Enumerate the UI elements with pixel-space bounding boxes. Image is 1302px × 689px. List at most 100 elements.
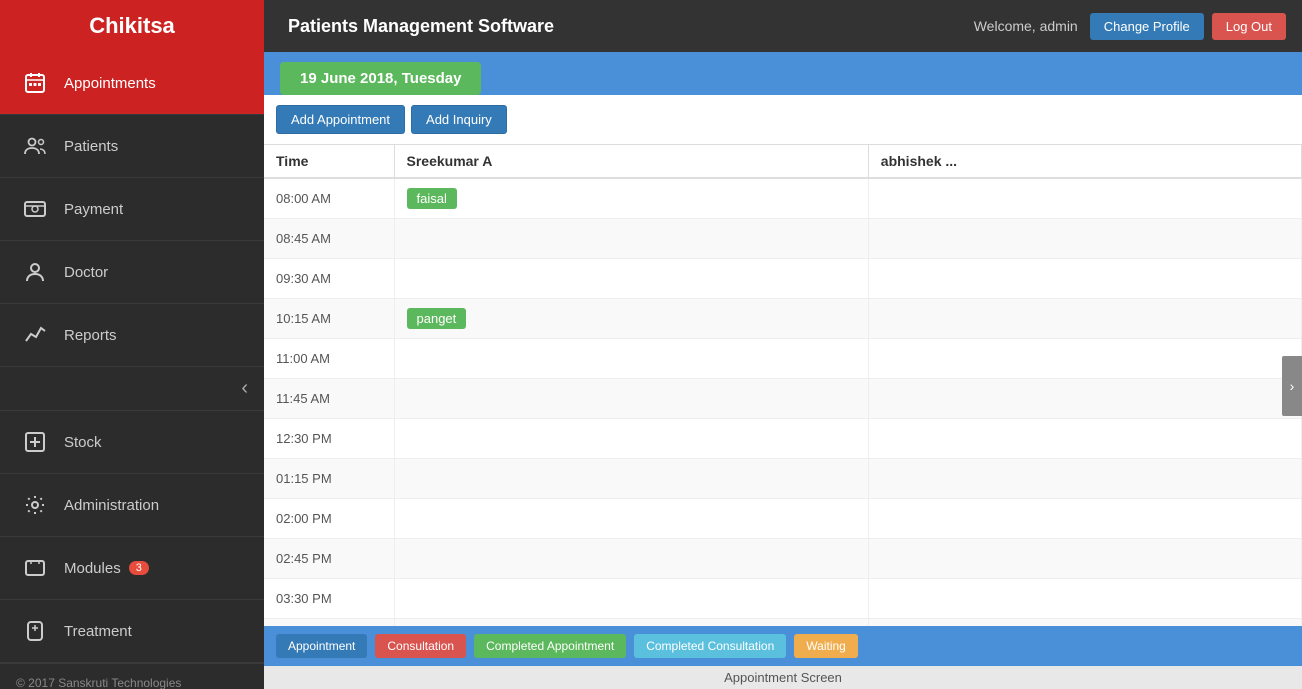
sidebar-item-treatment[interactable]: Treatment [0,600,264,663]
table-row: 02:00 PM [264,498,1302,538]
time-cell-4: 11:00 AM [264,338,394,378]
time-cell-1: 08:45 AM [264,218,394,258]
sidebar-label-administration: Administration [64,497,159,514]
table-row: 08:45 AM [264,218,1302,258]
payment-icon [20,194,50,224]
abhishek-cell-5 [868,378,1301,418]
time-cell-2: 09:30 AM [264,258,394,298]
legend-appointment[interactable]: Appointment [276,634,367,658]
sidebar-item-patients[interactable]: Patients [0,115,264,178]
layout: Appointments Patients Payment Doctor Rep… [0,52,1302,689]
sreekumar-cell-7 [394,458,868,498]
sidebar-footer: © 2017 Sanskruti Technologies [0,663,264,689]
sreekumar-cell-8 [394,498,868,538]
administration-icon [20,490,50,520]
sidebar: Appointments Patients Payment Doctor Rep… [0,52,264,689]
sidebar-item-modules[interactable]: Modules 3 [0,537,264,600]
calendar-container: 19 June 2018, Tuesday Add Appointment Ad… [264,52,1302,666]
sidebar-collapse-btn[interactable]: ‹ [0,367,264,411]
app-title: Chikitsa [0,0,264,52]
sidebar-item-administration[interactable]: Administration [0,474,264,537]
abhishek-cell-3 [868,298,1301,338]
table-row: 11:00 AM [264,338,1302,378]
sreekumar-cell-1 [394,218,868,258]
table-row: 10:15 AM panget [264,298,1302,338]
time-cell-7: 01:15 PM [264,458,394,498]
table-row: 09:30 AM [264,258,1302,298]
abhishek-cell-4 [868,338,1301,378]
col-header-abhishek: abhishek ... [868,145,1301,178]
appointment-slot-0[interactable]: faisal [407,188,457,209]
sidebar-item-appointments[interactable]: Appointments [0,52,264,115]
sidebar-item-reports[interactable]: Reports [0,304,264,367]
col-header-time: Time [264,145,394,178]
table-row: 04:15 PM [264,618,1302,626]
table-row: 01:15 PM [264,458,1302,498]
time-cell-8: 02:00 PM [264,498,394,538]
sidebar-label-patients: Patients [64,138,118,155]
sidebar-label-appointments: Appointments [64,75,156,92]
sreekumar-cell-4 [394,338,868,378]
app-name-text: Chikitsa [89,13,175,39]
time-cell-5: 11:45 AM [264,378,394,418]
abhishek-cell-8 [868,498,1301,538]
sreekumar-cell-6 [394,418,868,458]
add-inquiry-button[interactable]: Add Inquiry [411,105,507,134]
scroll-right-arrow[interactable]: › [1282,356,1302,416]
logout-button[interactable]: Log Out [1212,13,1286,40]
sidebar-label-doctor: Doctor [64,264,108,281]
modules-icon [20,553,50,583]
appointment-table-scroll[interactable]: TimeSreekumar Aabhishek ... 08:00 AM fais… [264,145,1302,626]
abhishek-cell-10 [868,578,1301,618]
col-header-sreekumar: Sreekumar A [394,145,868,178]
sreekumar-cell-3[interactable]: panget [394,298,868,338]
doctor-icon [20,257,50,287]
sreekumar-cell-11 [394,618,868,626]
welcome-text: Welcome, admin [974,18,1078,34]
abhishek-cell-2 [868,258,1301,298]
reports-icon [20,320,50,350]
stock-icon [20,427,50,457]
change-profile-button[interactable]: Change Profile [1090,13,1204,40]
badge-modules: 3 [129,561,149,575]
sidebar-label-reports: Reports [64,327,117,344]
appointments-icon [20,68,50,98]
treatment-icon [20,616,50,646]
time-cell-0: 08:00 AM [264,178,394,218]
sidebar-item-doctor[interactable]: Doctor [0,241,264,304]
time-cell-10: 03:30 PM [264,578,394,618]
appointment-table: TimeSreekumar Aabhishek ... 08:00 AM fais… [264,145,1302,626]
sreekumar-cell-0[interactable]: faisal [394,178,868,218]
sreekumar-cell-9 [394,538,868,578]
table-row: 08:00 AM faisal [264,178,1302,218]
legend-completed-consultation[interactable]: Completed Consultation [634,634,786,658]
appointment-slot-3[interactable]: panget [407,308,467,329]
sidebar-item-stock[interactable]: Stock [0,411,264,474]
calendar-scroll-wrapper: TimeSreekumar Aabhishek ... 08:00 AM fais… [264,145,1302,626]
time-cell-11: 04:15 PM [264,618,394,626]
sreekumar-cell-2 [394,258,868,298]
legend-completed-appointment[interactable]: Completed Appointment [474,634,626,658]
abhishek-cell-0 [868,178,1301,218]
abhishek-cell-1 [868,218,1301,258]
abhishek-cell-7 [868,458,1301,498]
table-row: 12:30 PM [264,418,1302,458]
sreekumar-cell-10 [394,578,868,618]
table-row: 02:45 PM [264,538,1302,578]
patients-icon [20,131,50,161]
sidebar-item-payment[interactable]: Payment [0,178,264,241]
legend-consultation[interactable]: Consultation [375,634,466,658]
time-cell-3: 10:15 AM [264,298,394,338]
legend-bar: Appointment Consultation Completed Appoint… [264,626,1302,666]
calendar-toolbar: Add Appointment Add Inquiry [264,95,1302,145]
date-badge: 19 June 2018, Tuesday [280,62,481,95]
add-appointment-button[interactable]: Add Appointment [276,105,405,134]
sidebar-label-payment: Payment [64,201,123,218]
main-title: Patients Management Software [264,16,974,37]
abhishek-cell-6 [868,418,1301,458]
top-header: Chikitsa Patients Management Software We… [0,0,1302,52]
abhishek-cell-9 [868,538,1301,578]
main-content: 19 June 2018, Tuesday Add Appointment Ad… [264,52,1302,689]
legend-waiting[interactable]: Waiting [794,634,858,658]
table-row: 11:45 AM [264,378,1302,418]
